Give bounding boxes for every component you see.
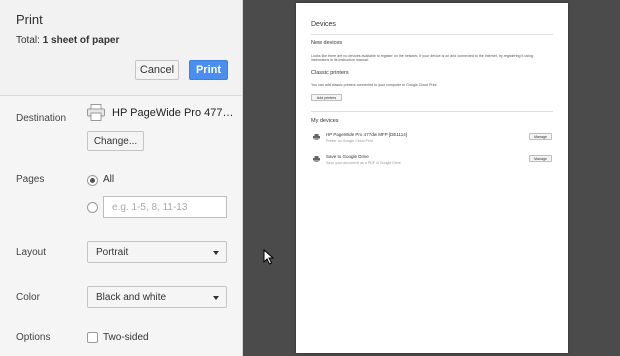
mouse-cursor-icon [263,249,275,265]
preview-manage-button: Manage [529,155,552,162]
dropdown-caret-icon [213,251,219,255]
change-destination-button[interactable]: Change... [87,131,144,151]
preview-new-devices-text: Looks like there are no devices availabl… [311,54,533,63]
print-header: Print Total: 1 sheet of paper Cancel Pri… [0,0,242,96]
preview-classic-heading: Classic printers [311,70,349,76]
preview-device-name: HP PageWide Pro 477dw MFP [DE1114] [326,132,407,137]
total-prefix: Total: [16,35,40,46]
cancel-button[interactable]: Cancel [135,60,179,80]
dropdown-caret-icon [213,296,219,300]
preview-divider [311,34,553,35]
printer-icon [313,156,320,162]
two-sided-label: Two-sided [103,332,149,343]
layout-label: Layout [16,247,47,258]
pages-all-label: All [103,174,115,185]
preview-divider [311,111,553,112]
color-value: Black and white [96,291,167,303]
preview-device-name: Save to Google Drive [326,154,369,159]
print-button[interactable]: Print [189,60,228,80]
total-sheets: Total: 1 sheet of paper [16,35,119,46]
preview-title: Devices [311,21,336,28]
preview-add-printers-button: Add printers [311,94,342,101]
printer-icon [313,134,320,140]
destination-printer-name: HP PageWide Pro 477… [112,107,234,119]
pages-all-radio[interactable] [87,175,98,186]
layout-value: Portrait [96,246,129,258]
preview-my-devices-heading: My devices [311,118,339,124]
preview-device-sub: Printer on Google Cloud Print [326,139,373,143]
preview-device-sub: Save your document as a PDF in Google Dr… [326,161,401,165]
print-preview-page: Devices New devices Looks like there are… [296,3,568,353]
two-sided-checkbox[interactable] [87,332,98,343]
destination-label: Destination [16,113,67,124]
preview-classic-text: You can add classic printers connected t… [311,83,438,87]
dialog-title: Print [16,12,43,27]
printer-icon [87,104,105,121]
total-value: 1 sheet of paper [42,35,120,46]
color-select[interactable]: Black and white [87,286,227,308]
print-settings-panel: Print Total: 1 sheet of paper Cancel Pri… [0,0,243,356]
options-label: Options [16,332,51,343]
preview-new-devices-heading: New devices [311,40,343,46]
preview-manage-button: Manage [529,133,552,140]
color-label: Color [16,292,40,303]
pages-custom-input[interactable]: e.g. 1-5, 8, 11-13 [103,196,227,218]
pages-custom-radio[interactable] [87,202,98,213]
pages-label: Pages [16,174,45,185]
layout-select[interactable]: Portrait [87,241,227,263]
